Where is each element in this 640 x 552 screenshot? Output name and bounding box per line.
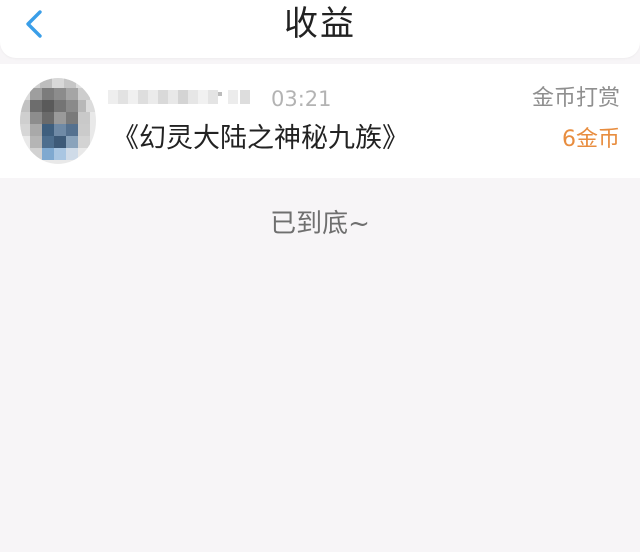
timestamp: 03:21 [271,87,332,111]
book-title[interactable]: 《幻灵大陆之神秘九族》 [112,122,409,156]
avatar[interactable] [18,76,98,166]
earning-row[interactable]: 03:21 《幻灵大陆之神秘九族》 金币打赏 6金币 [0,64,640,178]
username-blurred [108,86,258,108]
earnings-list: 03:21 《幻灵大陆之神秘九族》 金币打赏 6金币 [0,64,640,178]
page-title: 收益 [284,4,356,44]
reward-amount: 6金币 [562,127,620,152]
reward-type: 金币打赏 [531,86,620,111]
top-bar: 收益 [0,0,640,58]
end-of-list-text: 已到底~ [270,209,370,239]
